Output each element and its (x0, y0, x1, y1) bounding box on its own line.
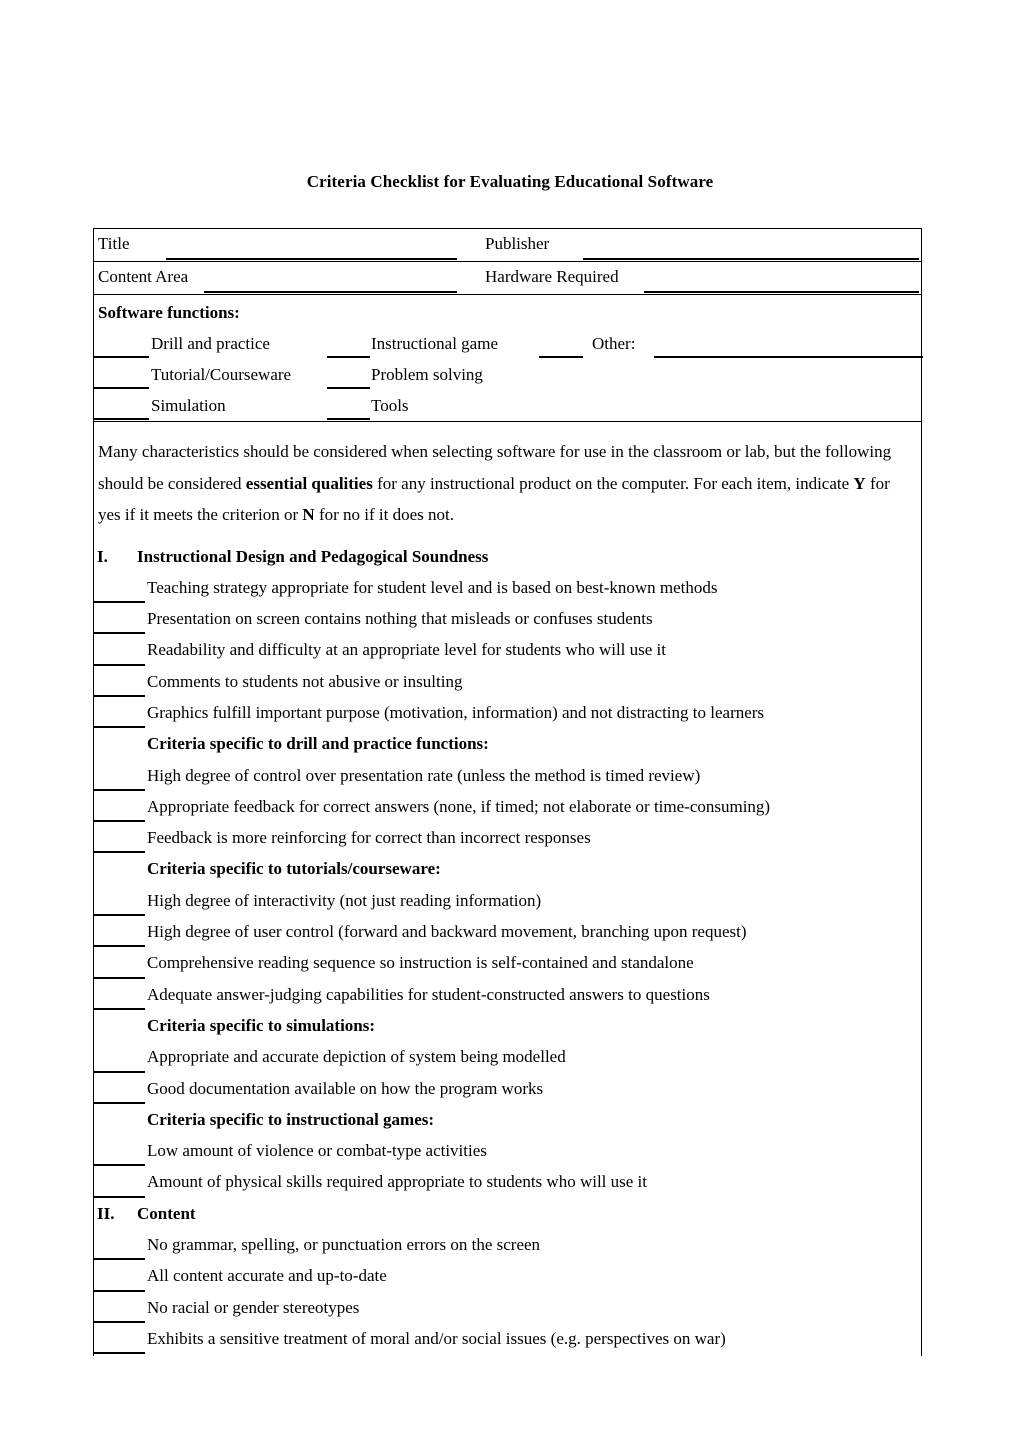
checklist-item: Exhibits a sensitive treatment of moral … (94, 1323, 921, 1355)
checklist-item-label: Low amount of violence or combat-type ac… (147, 1141, 487, 1161)
intro-part-4: for no if it does not. (314, 505, 454, 524)
checklist-item-label: Amount of physical skills required appro… (147, 1172, 648, 1192)
checklist-item: Teaching strategy appropriate for studen… (94, 572, 921, 604)
checklist-item-label: High degree of interactivity (not just r… (147, 890, 542, 910)
software-function-problem-solving: Problem solving (371, 365, 483, 384)
checklist-item: Comments to students not abusive or insu… (94, 666, 921, 697)
checklist-item: Comprehensive reading sequence so instru… (94, 947, 921, 979)
software-functions-row-3: Simulation Tools (94, 390, 921, 421)
intro-bold-no: N (302, 505, 315, 524)
checklist-item-label: All content accurate and up-to-date (147, 1266, 387, 1286)
section-number-ii: II. (97, 1203, 115, 1223)
document-page: Criteria Checklist for Evaluating Educat… (0, 0, 1020, 1443)
checklist-item: Appropriate feedback for correct answers… (94, 791, 921, 823)
criteria-list-block: Many characteristics should be considere… (94, 422, 921, 1356)
publisher-input-blank[interactable] (583, 258, 919, 260)
software-function-tutorial-courseware: Tutorial/Courseware (151, 365, 292, 384)
checklist-item-label: Comments to students not abusive or insu… (147, 671, 463, 691)
intro-bold-essential-qualities: essential qualities (245, 473, 373, 493)
software-functions-row-1: Drill and practice Instructional game Ot… (94, 328, 923, 359)
checklist-item: High degree of control over presentation… (94, 760, 921, 791)
problem-solving-checkbox-blank[interactable] (327, 387, 370, 389)
checklist-item-label: Adequate answer-judging capabilities for… (147, 984, 710, 1004)
checklist-item-label: Appropriate and accurate depiction of sy… (147, 1047, 566, 1067)
checklist-item-label: High degree of control over presentation… (147, 765, 701, 785)
checklist-item-label: Readability and difficulty at an appropr… (147, 640, 666, 660)
checklist-item-label: Graphics fulfill important purpose (moti… (147, 702, 765, 722)
checklist-item-label: Exhibits a sensitive treatment of moral … (147, 1328, 726, 1348)
tools-checkbox-blank[interactable] (327, 418, 370, 420)
section-heading-i: I. Instructional Design and Pedagogical … (94, 541, 921, 572)
checklist-item-label: Good documentation available on how the … (147, 1078, 544, 1098)
intro-part-2: for any instructional product on the com… (372, 473, 854, 493)
drill-and-practice-checkbox-blank[interactable] (94, 356, 149, 358)
software-function-other-label: Other: (592, 334, 636, 353)
form-row-title-publisher: Title Publisher (94, 229, 921, 262)
checklist-item-label: Teaching strategy appropriate for studen… (147, 577, 718, 597)
checklist-item-label: No grammar, spelling, or punctuation err… (147, 1235, 541, 1255)
section-label-ii: Content (137, 1203, 196, 1223)
software-function-tools: Tools (371, 396, 409, 415)
checklist-subheading: Criteria specific to drill and practice … (94, 728, 921, 759)
section-label-i: Instructional Design and Pedagogical Sou… (137, 546, 489, 566)
instructional-game-checkbox-blank[interactable] (327, 356, 370, 358)
checklist-subheading-label: Criteria specific to simulations: (147, 1015, 376, 1035)
checklist-item: No grammar, spelling, or punctuation err… (94, 1229, 921, 1261)
title-input-blank[interactable] (166, 258, 457, 260)
checklist-item: Readability and difficulty at an appropr… (94, 634, 921, 666)
software-function-simulation: Simulation (151, 396, 226, 415)
checklist-item-label: High degree of user control (forward and… (147, 922, 747, 942)
checklist-item-label: Appropriate feedback for correct answers… (147, 796, 771, 816)
form-row-content-hardware: Content Area Hardware Required (94, 262, 921, 295)
checklist-item: Adequate answer-judging capabilities for… (94, 979, 921, 1010)
checklist-subheading: Criteria specific to simulations: (94, 1010, 921, 1041)
checklist-item: High degree of interactivity (not just r… (94, 885, 921, 917)
software-functions-row-2: Tutorial/Courseware Problem solving (94, 359, 921, 390)
checklist-subheading: Criteria specific to instructional games… (94, 1104, 921, 1135)
checklist-form-table: Title Publisher Content Area Hardware Re… (93, 228, 923, 1357)
section-number-i: I. (97, 546, 108, 566)
checklist-item: High degree of user control (forward and… (94, 916, 921, 948)
page-title: Criteria Checklist for Evaluating Educat… (306, 172, 714, 191)
checklist-subheading-label: Criteria specific to tutorials/coursewar… (147, 859, 441, 879)
section-heading-ii: II. Content (94, 1198, 921, 1229)
content-area-input-blank[interactable] (204, 291, 457, 293)
checklist-item-label: Feedback is more reinforcing for correct… (147, 828, 591, 848)
checklist-subheading: Criteria specific to tutorials/coursewar… (94, 853, 921, 884)
publisher-label: Publisher (485, 234, 550, 253)
title-label: Title (98, 234, 130, 253)
software-functions-block: Software functions: Drill and practice I… (94, 295, 923, 422)
other-checkbox-blank[interactable] (539, 356, 583, 358)
software-function-instructional-game: Instructional game (371, 334, 498, 353)
checklist-item: Graphics fulfill important purpose (moti… (94, 697, 921, 729)
checklist-item: All content accurate and up-to-date (94, 1260, 921, 1292)
checklist-item: Presentation on screen contains nothing … (94, 603, 921, 635)
checklist-item-label: No racial or gender stereotypes (147, 1297, 360, 1317)
software-functions-heading: Software functions: (98, 303, 240, 322)
checklist-subheading-label: Criteria specific to drill and practice … (147, 734, 489, 754)
checklist-item: Appropriate and accurate depiction of sy… (94, 1041, 921, 1073)
checklist-subheading-label: Criteria specific to instructional games… (147, 1109, 435, 1129)
checklist-item: Amount of physical skills required appro… (94, 1166, 921, 1198)
checklist-item: No racial or gender stereotypes (94, 1292, 921, 1323)
intro-paragraph: Many characteristics should be considere… (94, 422, 921, 541)
checklist-answer-blank[interactable] (94, 1352, 145, 1355)
checklist-item-label: Presentation on screen contains nothing … (147, 609, 653, 629)
simulation-checkbox-blank[interactable] (94, 418, 149, 420)
software-function-drill-and-practice: Drill and practice (151, 334, 270, 353)
tutorial-courseware-checkbox-blank[interactable] (94, 387, 149, 389)
intro-bold-yes: Y (853, 473, 866, 493)
hardware-required-input-blank[interactable] (644, 291, 919, 293)
checklist-item: Low amount of violence or combat-type ac… (94, 1135, 921, 1167)
content-area-label: Content Area (98, 267, 189, 286)
other-value-blank[interactable] (654, 356, 923, 358)
hardware-required-label: Hardware Required (485, 267, 619, 286)
checklist-item-label: Comprehensive reading sequence so instru… (147, 953, 694, 973)
checklist-item: Good documentation available on how the … (94, 1073, 921, 1104)
checklist-item: Feedback is more reinforcing for correct… (94, 822, 921, 854)
